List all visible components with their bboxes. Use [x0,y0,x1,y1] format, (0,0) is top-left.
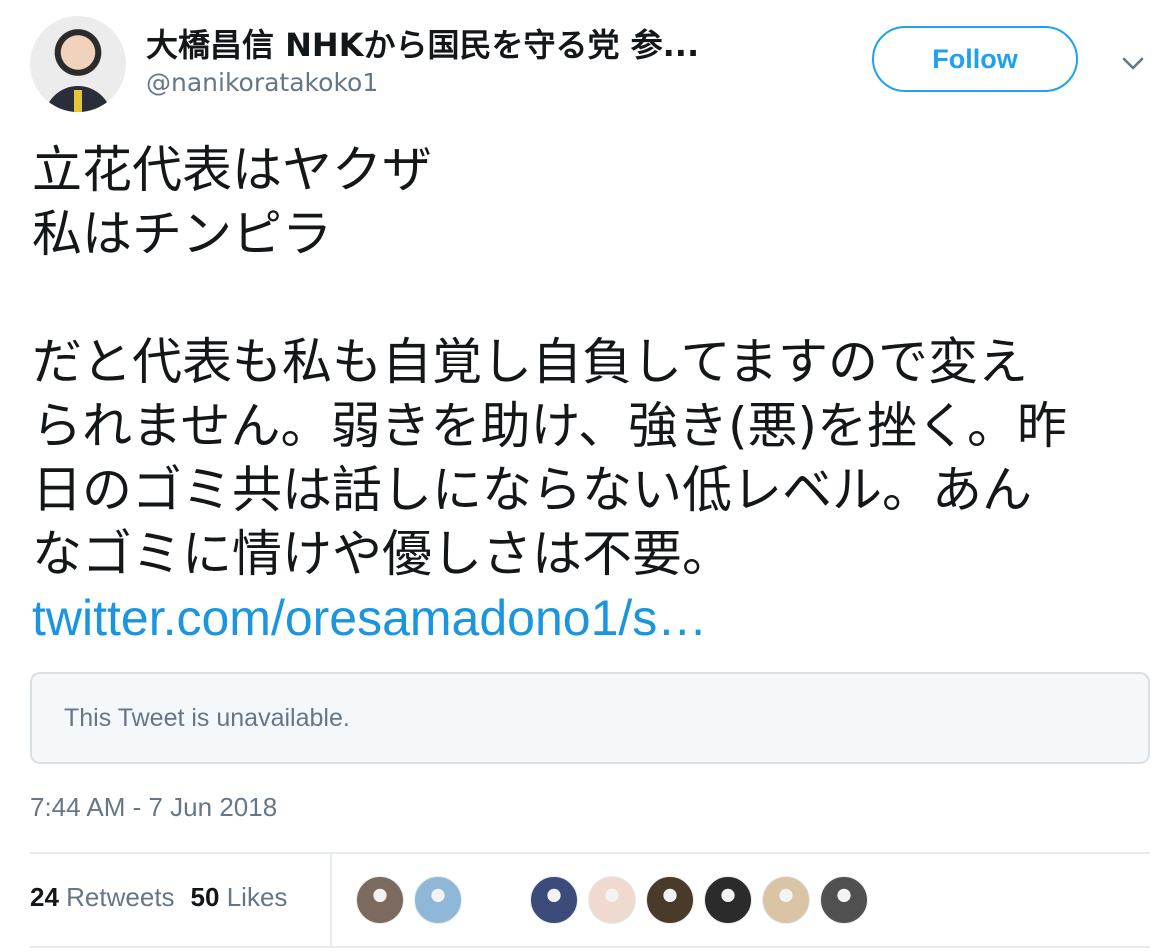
divider-vertical [330,854,332,946]
liker-avatar-8[interactable] [820,876,868,924]
liker-avatar-4[interactable] [588,876,636,924]
tweet-text-line: 立花代表はヤクザ [32,141,432,199]
liker-avatar-2[interactable] [414,876,462,924]
liker-avatar-5[interactable] [646,876,694,924]
divider [30,946,1150,948]
likes-count: 50 [190,882,220,912]
author-avatar[interactable] [30,16,126,112]
tweet-card: 大橋昌信 NHKから国民を守る党 参... @nanikoratakoko1 F… [0,0,1162,952]
avatar-tie [74,90,82,112]
retweets-label: Retweets [66,882,175,912]
tweet-text-line: なゴミに情けや優しさは不要。 [32,525,732,583]
tweet-text-line: 日のゴミ共は話しにならない低レベル。あん [32,461,1032,519]
divider [30,852,1150,854]
liker-avatar-1[interactable] [356,876,404,924]
likes-label: Likes [226,882,288,912]
tweet-link[interactable]: twitter.com/oresamadono1/s… [32,590,707,646]
retweets-count: 24 [30,882,59,912]
liker-avatar-6[interactable] [704,876,752,924]
tweet-timestamp[interactable]: 7:44 AM - 7 Jun 2018 [30,792,277,823]
tweet-text-line: 私はチンピラ [32,205,332,263]
tweet-text-line: られません。弱きを助け、強き(悪)を挫く。昨 [32,397,1068,455]
author-display-name[interactable]: 大橋昌信 NHKから国民を守る党 参... [146,20,756,66]
liker-avatar-7[interactable] [762,876,810,924]
liker-avatar-3[interactable] [530,876,578,924]
tweet-text-line: だと代表も私も自覚し自負してますので変え [32,333,1028,391]
tweet-stats: 24 Retweets 50 Likes [30,882,287,913]
tweet-text: 立花代表はヤクザ 私はチンピラ だと代表も私も自覚し自負してますので変え られま… [32,138,1152,650]
quoted-tweet-unavailable: This Tweet is unavailable. [30,672,1150,764]
likes-stat[interactable]: 50 Likes [191,882,288,912]
quoted-unavailable-text: This Tweet is unavailable. [64,704,350,732]
retweets-stat[interactable]: 24 Retweets [30,882,175,912]
author-handle[interactable]: @nanikoratakoko1 [146,68,378,97]
chevron-down-icon[interactable] [1120,50,1146,76]
follow-button[interactable]: Follow [872,26,1078,92]
